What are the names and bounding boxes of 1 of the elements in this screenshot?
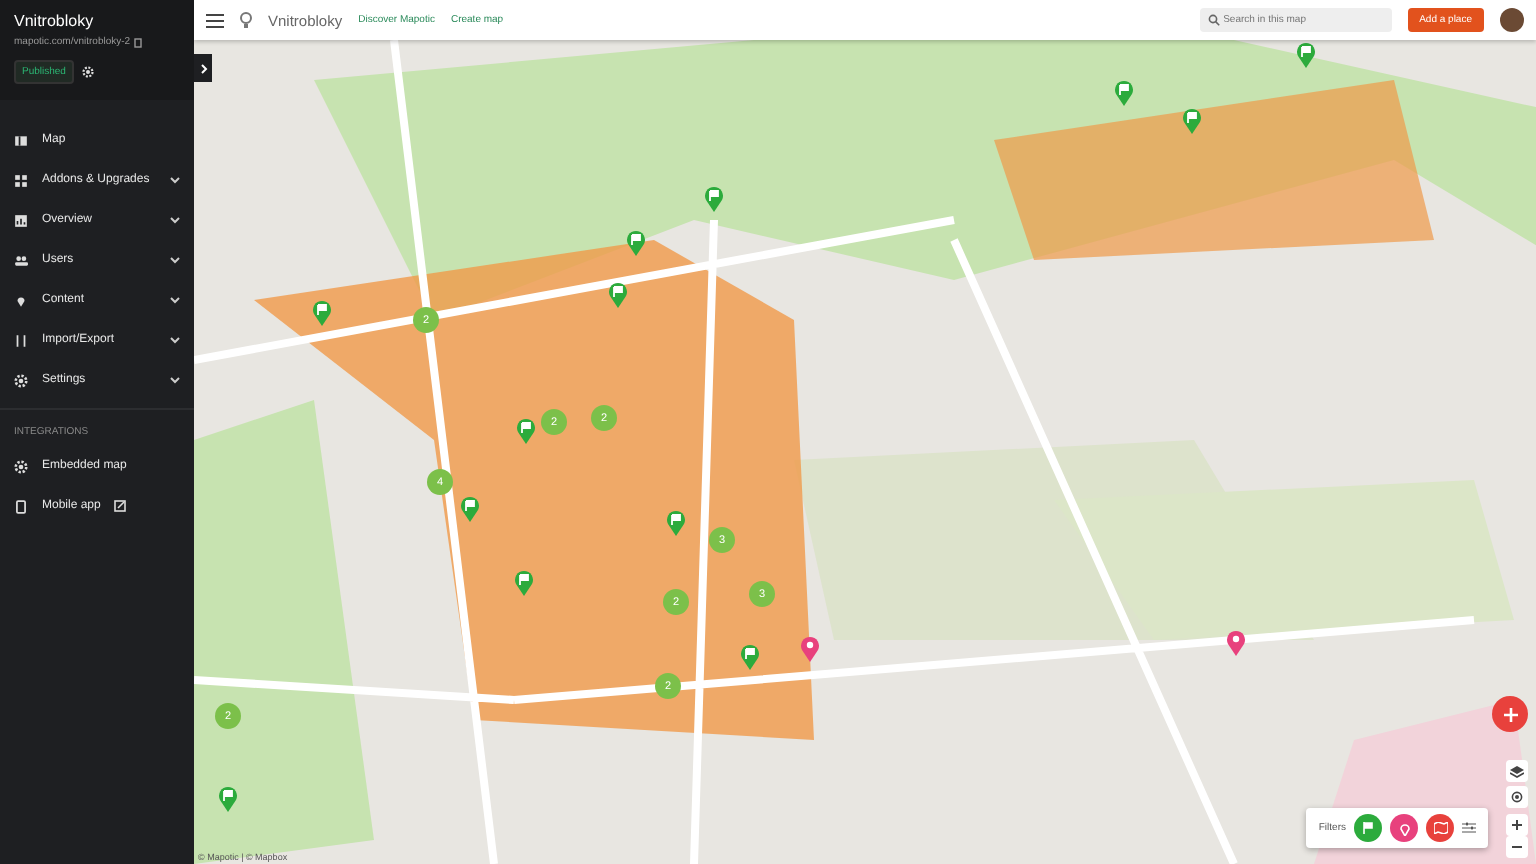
map-title: Vnitrobloky — [14, 12, 96, 30]
